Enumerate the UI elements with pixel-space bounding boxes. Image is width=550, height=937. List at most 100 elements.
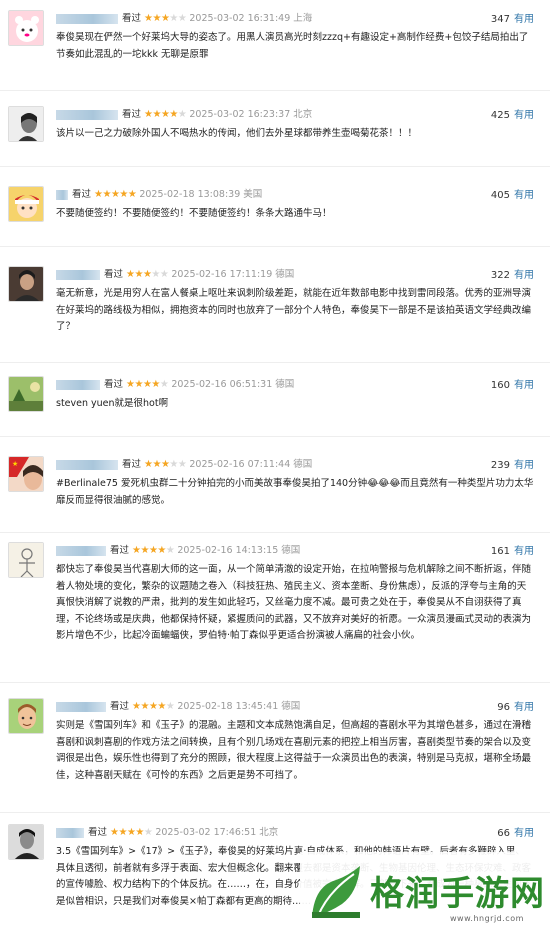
anime-boy-icon [9, 187, 43, 221]
divider [0, 246, 550, 247]
review-meta: 看过 ★★★★★ 2025-02-16 07:11:44 德国 [56, 457, 534, 473]
review-location: 上海 [293, 13, 313, 24]
useful-button[interactable]: 有用 [514, 110, 534, 121]
review-location: 德国 [275, 269, 295, 280]
vote-count: 405 有用 [491, 186, 534, 201]
vote-number: 161 [490, 546, 510, 557]
username-blurred[interactable] [56, 189, 68, 200]
username-blurred[interactable] [56, 379, 100, 390]
vote-number: 66 [497, 828, 510, 839]
rating-stars: ★★★★★ [144, 13, 187, 24]
review-time: 2025-02-16 17:11:19 [171, 269, 273, 280]
vote-count: 161 有用 [491, 542, 534, 557]
review-location: 德国 [293, 459, 313, 470]
divider [0, 812, 550, 813]
avatar[interactable] [8, 542, 44, 578]
useful-button[interactable]: 有用 [514, 270, 534, 281]
rating-stars: ★★★★★ [132, 701, 175, 712]
cartoon-man-icon [9, 699, 43, 733]
useful-button[interactable]: 有用 [514, 546, 534, 557]
pink-cartoon-avatar-icon [9, 11, 43, 45]
svg-text:★: ★ [12, 460, 18, 468]
review-location: 北京 [259, 827, 279, 838]
avatar[interactable] [8, 824, 44, 860]
rating-stars: ★★★★★ [126, 269, 169, 280]
useful-button[interactable]: 有用 [514, 828, 534, 839]
bw-portrait-icon [9, 107, 43, 141]
vote-number: 96 [497, 702, 510, 713]
review-time: 2025-02-16 07:11:44 [189, 459, 291, 470]
avatar[interactable] [8, 698, 44, 734]
review-text: 奉俊昊现在俨然一个好莱坞大导的姿态了。用黑人演员高光时刻zzzq+有趣设定+高制… [56, 32, 529, 60]
sketch-figure-icon [9, 543, 43, 577]
divider [0, 436, 550, 437]
rating-stars: ★★★★★ [110, 827, 153, 838]
site-watermark: 格润手游网 www.hngrjd.com [300, 852, 548, 934]
watched-label: 看过 [88, 827, 108, 838]
username-blurred[interactable] [56, 545, 106, 556]
vote-count: 96 有用 [497, 698, 534, 713]
rating-stars: ★★★★★ [126, 379, 169, 390]
useful-button[interactable]: 有用 [514, 460, 534, 471]
useful-button[interactable]: 有用 [514, 702, 534, 713]
review-text: 不要随便签约！不要随便签约！不要随便签约！条条大路通牛马！ [56, 208, 332, 219]
divider [0, 362, 550, 363]
review-location: 德国 [275, 379, 295, 390]
review-time: 2025-02-18 13:45:41 [177, 701, 279, 712]
avatar[interactable] [8, 266, 44, 302]
vote-number: 239 [490, 460, 510, 471]
review-location: 德国 [281, 701, 301, 712]
rating-stars: ★★★★★ [144, 109, 187, 120]
watched-label: 看过 [122, 13, 142, 24]
vote-count: 239 有用 [491, 456, 534, 471]
vote-count: 160 有用 [491, 376, 534, 391]
review-time: 2025-02-16 14:13:15 [177, 545, 279, 556]
review-text: 毫无新意，光是用穷人在富人餐桌上呕吐来讽刺阶级差距，就能在近年数部电影中找到雷同… [56, 288, 532, 332]
review-time: 2025-02-16 06:51:31 [171, 379, 273, 390]
username-blurred[interactable] [56, 13, 118, 24]
red-flag-icon: ★ [9, 457, 43, 491]
divider [0, 682, 550, 683]
avatar[interactable]: ★ [8, 456, 44, 492]
vote-number: 425 [490, 110, 510, 121]
rating-stars: ★★★★★ [132, 545, 175, 556]
vote-number: 405 [490, 190, 510, 201]
bw-man-icon [9, 825, 43, 859]
username-blurred[interactable] [56, 269, 100, 280]
avatar[interactable] [8, 376, 44, 412]
useful-button[interactable]: 有用 [514, 14, 534, 25]
vote-count: 322 有用 [491, 266, 534, 281]
avatar[interactable] [8, 10, 44, 46]
review-meta: 看过 ★★★★★ 2025-02-16 14:13:15 德国 [56, 543, 534, 559]
review-meta: 看过 ★★★★★ 2025-03-02 16:31:49 上海 [56, 11, 534, 27]
vote-count: 66 有用 [497, 824, 534, 839]
watched-label: 看过 [72, 189, 92, 200]
watched-label: 看过 [104, 269, 124, 280]
vote-count: 425 有用 [491, 106, 534, 121]
avatar[interactable] [8, 186, 44, 222]
avatar[interactable] [8, 106, 44, 142]
watched-label: 看过 [104, 379, 124, 390]
review-time: 2025-03-02 16:31:49 [189, 13, 291, 24]
review-meta: 看过 ★★★★★ 2025-03-02 16:23:37 北京 [56, 107, 534, 123]
divider [0, 532, 550, 533]
review-text: 实则是《雪国列车》和《玉子》的混融。主题和文本成熟饱满自足，但高超的喜剧水平为其… [56, 720, 532, 781]
rating-stars: ★★★★★ [94, 189, 137, 200]
username-blurred[interactable] [56, 701, 106, 712]
watermark-url: www.hngrjd.com [450, 914, 524, 923]
rating-stars: ★★★★★ [144, 459, 187, 470]
useful-button[interactable]: 有用 [514, 380, 534, 391]
username-blurred[interactable] [56, 459, 118, 470]
watched-label: 看过 [122, 109, 142, 120]
username-blurred[interactable] [56, 109, 118, 120]
green-nature-icon [9, 377, 43, 411]
useful-button[interactable]: 有用 [514, 190, 534, 201]
watched-label: 看过 [110, 701, 130, 712]
review-time: 2025-03-02 17:46:51 [155, 827, 257, 838]
review-meta: 看过 ★★★★★ 2025-02-16 17:11:19 德国 [56, 267, 534, 283]
review-meta: 看过 ★★★★★ 2025-03-02 17:46:51 北京 [56, 825, 534, 841]
review-location: 北京 [293, 109, 313, 120]
review-text: steven yuen就是很hot啊 [56, 398, 169, 409]
username-blurred[interactable] [56, 827, 84, 838]
watched-label: 看过 [122, 459, 142, 470]
